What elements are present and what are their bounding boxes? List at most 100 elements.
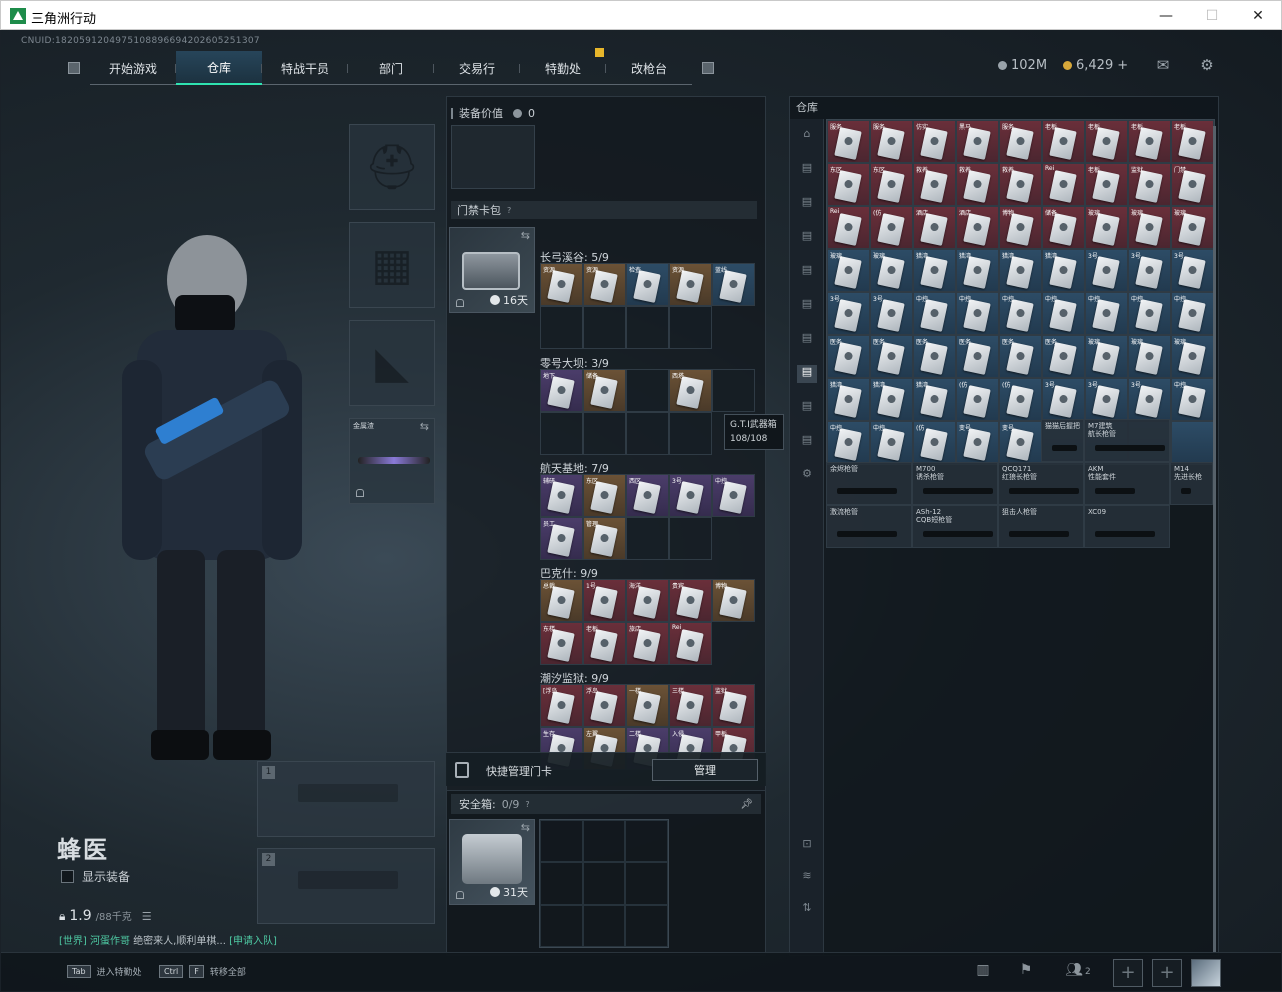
weapon-part-item[interactable]: QCQ171 红狼长枪管 (998, 462, 1084, 505)
settings-gear-icon[interactable]: ⚙ (1198, 57, 1216, 73)
safe-slot[interactable] (540, 862, 583, 905)
swap-icon[interactable]: ⇆ (420, 420, 429, 433)
chat-user[interactable]: 河蛋作哥 (90, 936, 130, 947)
safe-slot[interactable] (582, 904, 626, 947)
keycard-item[interactable]: 辅研 (540, 474, 583, 517)
friends-icon[interactable]: 👥︎ (1063, 962, 1085, 982)
weapon-part-item[interactable]: M14 先进长枪 (1170, 462, 1213, 505)
empty-slot[interactable] (540, 412, 583, 455)
tab-shortcut[interactable]: Tab 进入特勤处 (67, 965, 142, 978)
maximize-button[interactable]: ☐ (1189, 1, 1235, 31)
stash-item[interactable]: (仿 (870, 206, 913, 249)
stash-item[interactable]: 医务 (1042, 335, 1085, 378)
category-icon[interactable]: ▤ (797, 399, 817, 417)
stash-item[interactable]: 老板 (1085, 163, 1128, 206)
stash-item[interactable]: 医务 (827, 335, 870, 378)
stash-item[interactable]: 老板 (1171, 120, 1214, 163)
safe-box-item[interactable]: ⇆ 31天 (449, 819, 535, 905)
safe-slot[interactable] (582, 820, 626, 863)
stash-item[interactable]: 老板 (1042, 120, 1085, 163)
stash-item[interactable]: 中控 (1171, 292, 1214, 335)
player-avatar[interactable] (1191, 959, 1221, 987)
keycard-item[interactable]: 西区 (626, 474, 669, 517)
stash-item[interactable]: 黑马 (956, 120, 999, 163)
stash-item[interactable]: 医务 (956, 335, 999, 378)
stash-item[interactable]: 猎湾 (827, 378, 870, 421)
stash-item[interactable]: 医务 (870, 335, 913, 378)
stash-item[interactable]: 救养 (999, 163, 1042, 206)
stash-item[interactable]: 3号 (1171, 249, 1214, 292)
help-icon[interactable]: ? (507, 206, 511, 215)
safe-slot[interactable] (582, 862, 626, 905)
keycard-item[interactable]: 管理 (583, 517, 626, 560)
mail-icon[interactable]: ✉ (1154, 57, 1172, 73)
stash-item[interactable]: 中控 (913, 292, 956, 335)
keycard-item[interactable]: 博物 (712, 579, 755, 622)
nav-tab[interactable]: 特勤处 (520, 51, 606, 85)
safe-slot[interactable] (625, 904, 668, 947)
keycard-item[interactable]: 中控 (712, 474, 755, 517)
stash-item[interactable]: 监狱 (1128, 163, 1171, 206)
empty-slot[interactable] (626, 517, 669, 560)
helmet-slot[interactable]: ⛑ (349, 124, 435, 210)
gold-plus[interactable]: + (1117, 58, 1128, 73)
stash-item[interactable]: 服务 (827, 120, 870, 163)
rig-slot[interactable]: 金属渣 ⇆ (349, 418, 435, 504)
stash-item[interactable]: 中控 (1128, 292, 1171, 335)
stash-item[interactable]: 中控 (827, 421, 870, 464)
stash-item[interactable]: 仿实 (913, 120, 956, 163)
show-equip-checkbox[interactable] (61, 870, 74, 883)
stash-item[interactable]: 猎湾 (913, 378, 956, 421)
keycard-item[interactable]: 资源 (669, 263, 712, 306)
swap-icon[interactable]: ⇆ (521, 821, 530, 834)
stash-item[interactable]: 猎湾 (956, 249, 999, 292)
keycard-item[interactable]: 资源 (583, 263, 626, 306)
stash-item[interactable]: 门禁 (1171, 163, 1214, 206)
keycard-item[interactable]: 浮岛 (583, 684, 626, 727)
stash-item[interactable]: 玻璃 (1171, 206, 1214, 249)
weapon-slot-1[interactable]: 1 (257, 761, 435, 837)
stash-item[interactable]: 中控 (999, 292, 1042, 335)
category-icon[interactable]: ▤ (797, 161, 817, 179)
swap-icon[interactable]: ⇆ (521, 229, 530, 242)
keycard-item[interactable]: 监狱 (712, 684, 755, 727)
stash-item[interactable]: 玻璃 (1171, 335, 1214, 378)
keycard-item[interactable]: 东楼 (540, 622, 583, 665)
empty-slot[interactable] (669, 412, 712, 455)
stash-item[interactable]: 医务 (913, 335, 956, 378)
weapon-part-item[interactable]: 狙击人枪管 (998, 505, 1084, 548)
keycard-item[interactable]: 老板 (583, 622, 626, 665)
stash-item[interactable]: 玻璃 (1085, 335, 1128, 378)
keycard-item[interactable]: 三楼 (669, 684, 712, 727)
keycard-item[interactable]: 储备 (583, 369, 626, 412)
stash-item[interactable]: Rei (1042, 163, 1085, 206)
stash-item[interactable]: 医务 (999, 335, 1042, 378)
weapon-part-item[interactable]: M7建筑 航长枪管 (1084, 419, 1170, 462)
category-all-icon[interactable]: ⌂ (797, 127, 817, 145)
keycard-item[interactable]: 一楼 (626, 684, 669, 727)
stash-item[interactable]: 储备 (1042, 206, 1085, 249)
category-icon[interactable]: ▤ (797, 195, 817, 213)
stash-item[interactable]: 变号 (999, 421, 1042, 464)
stash-item[interactable]: 中控 (1171, 378, 1214, 421)
transfer-icon[interactable]: ⇅ (797, 901, 817, 919)
stats-chart-icon[interactable]: ▥ (972, 962, 994, 982)
gold-currency[interactable]: 6,429 + (1063, 58, 1128, 73)
empty-slot[interactable] (583, 412, 626, 455)
show-equip-toggle[interactable]: 显示装备 (61, 868, 130, 885)
stash-item[interactable]: 酒店 (956, 206, 999, 249)
stash-item[interactable]: Rei (827, 206, 870, 249)
empty-slot[interactable] (626, 412, 669, 455)
weapon-part-item[interactable]: XC09 (1084, 505, 1170, 548)
stash-item[interactable]: 玻璃 (870, 249, 913, 292)
stash-settings-icon[interactable]: ⚙ (797, 467, 817, 485)
category-icon[interactable]: ▤ (797, 433, 817, 451)
stash-item[interactable]: 东区 (827, 163, 870, 206)
add-teammate-button[interactable]: + (1113, 959, 1143, 987)
keycard-bag-item[interactable]: ⇆ 16天 (449, 227, 535, 313)
keycard-item[interactable]: 地下 (540, 369, 583, 412)
empty-slot[interactable] (669, 306, 712, 349)
list-icon[interactable]: ☰ (142, 910, 152, 923)
nav-tab[interactable]: 改枪台 (606, 51, 692, 85)
nav-prev-icon[interactable] (68, 62, 80, 74)
